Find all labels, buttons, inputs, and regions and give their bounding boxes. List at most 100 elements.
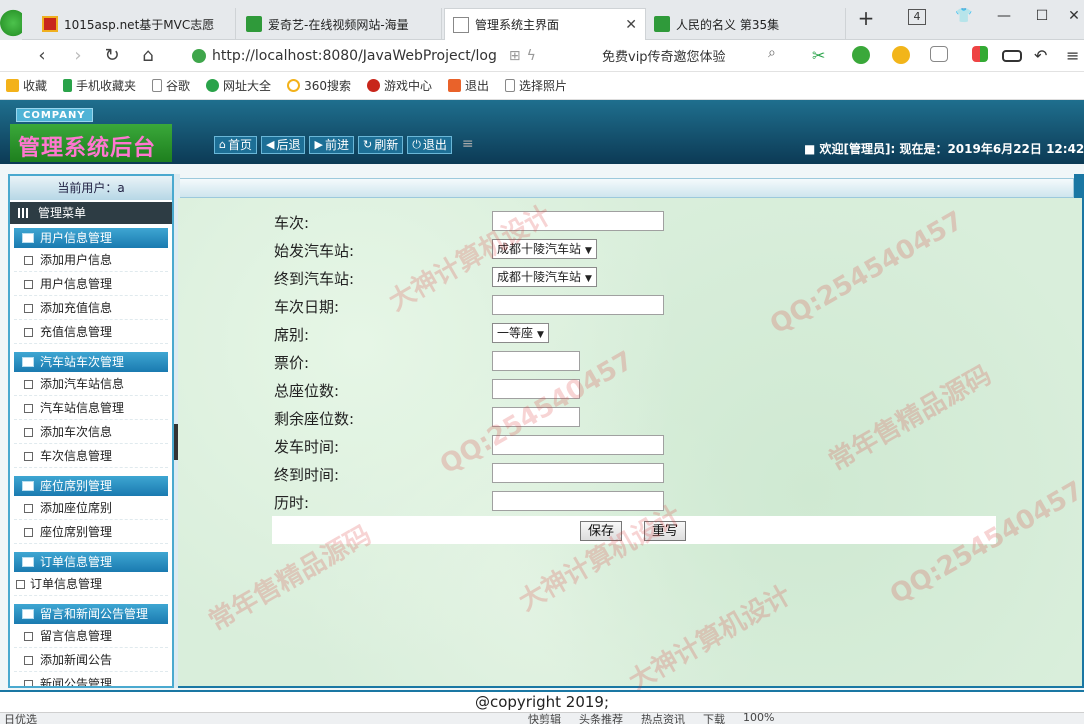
trip-no-label: 车次:: [274, 214, 310, 232]
duration-input[interactable]: [492, 491, 664, 511]
menu-item-message-manage[interactable]: 留言信息管理: [14, 624, 168, 648]
browser-tab-1[interactable]: 1015asp.net基于MVC志愿: [34, 8, 236, 40]
new-tab-button[interactable]: +: [852, 6, 880, 30]
forward-arrow-icon[interactable]: ›: [66, 44, 90, 68]
doc-icon: [24, 504, 33, 513]
battery-icon[interactable]: [1002, 50, 1022, 62]
menu-item-news-manage[interactable]: 新闻公告管理: [14, 672, 168, 686]
content-toolbar: [168, 178, 1074, 198]
menu-group-title[interactable]: 座位席别管理: [14, 476, 168, 496]
lightning-icon[interactable]: ϟ: [527, 48, 536, 64]
nav-forward-button[interactable]: ▶ 前进: [309, 136, 354, 154]
start-station-select[interactable]: 成都十陵汽车站 ▼: [492, 239, 597, 259]
grid-icon[interactable]: ⊞: [509, 48, 521, 64]
browser-logo-icon[interactable]: [0, 6, 22, 40]
save-button[interactable]: 保存: [580, 521, 623, 541]
menu-item-add-news[interactable]: 添加新闻公告: [14, 648, 168, 672]
menu-item-label: 添加新闻公告: [40, 653, 113, 667]
translate-icon[interactable]: [852, 46, 870, 64]
trip-no-input[interactable]: [492, 211, 664, 231]
app-header: COMPANY 管理系统后台 ⌂ 首页 ◀ 后退 ▶ 前进 ↻ 刷新 ⏻ 退出 ≡ ■ 欢…: [0, 100, 1084, 164]
menu-item-add-station[interactable]: 添加汽车站信息: [14, 372, 168, 396]
status-item-zoom[interactable]: 100%: [743, 713, 774, 724]
nav-back-button[interactable]: ◀ 后退: [261, 136, 306, 154]
bookmark-logout[interactable]: 退出: [447, 77, 489, 94]
bookmark-favorites[interactable]: 收藏: [6, 77, 47, 94]
close-window-icon[interactable]: ✕: [1060, 8, 1084, 24]
bookmark-360search[interactable]: 360搜索: [287, 77, 351, 94]
maximize-icon[interactable]: ☐: [1028, 8, 1056, 24]
status-item-headlines[interactable]: 头条推荐: [579, 713, 623, 724]
game-icon[interactable]: [930, 46, 948, 62]
bookmark-photos[interactable]: 选择照片: [505, 77, 567, 94]
promo-search-text[interactable]: 免费vip传奇邀您体验: [602, 46, 726, 65]
coin-icon[interactable]: [892, 46, 910, 64]
nav-logout-button[interactable]: ⏻ 退出: [407, 136, 452, 154]
price-input[interactable]: [492, 351, 580, 371]
menu-item-order-manage[interactable]: 订单信息管理: [14, 572, 168, 596]
status-item-clip[interactable]: 快剪辑: [528, 713, 561, 724]
menu-item-station-manage[interactable]: 汽车站信息管理: [14, 396, 168, 420]
bookmark-games[interactable]: 游戏中心: [366, 77, 432, 94]
menu-group-seats: 座位席别管理 添加座位席别 座位席别管理: [14, 476, 168, 544]
menu-item-user-manage[interactable]: 用户信息管理: [14, 272, 168, 296]
browser-tab-2[interactable]: 爱奇艺-在线视频网站-海量: [238, 8, 442, 40]
menu-item-add-recharge[interactable]: 添加充值信息: [14, 296, 168, 320]
status-item-news[interactable]: 热点资讯: [641, 713, 685, 724]
menu-item-label: 新闻公告管理: [40, 677, 113, 686]
bookmark-sites[interactable]: 网址大全: [206, 77, 271, 94]
menu-group-title[interactable]: 用户信息管理: [14, 228, 168, 248]
status-item-download[interactable]: 下载: [703, 713, 725, 724]
reload-icon[interactable]: ↻: [100, 44, 124, 68]
form-row-depart-time: 发车时间:: [274, 432, 974, 460]
remaining-seats-input[interactable]: [492, 407, 580, 427]
list-icon[interactable]: ≡: [462, 136, 474, 154]
menu-item-add-trip[interactable]: 添加车次信息: [14, 420, 168, 444]
home-icon[interactable]: ⌂: [136, 44, 160, 68]
undo-icon[interactable]: ↶: [1034, 46, 1056, 66]
bookmark-mobile[interactable]: 手机收藏夹: [63, 77, 136, 94]
folder-icon: [22, 357, 34, 367]
browser-tab-3-active[interactable]: 管理系统主界面 ✕: [444, 8, 646, 40]
apps-icon[interactable]: [972, 46, 988, 62]
folder-icon: [22, 557, 34, 567]
back-arrow-icon[interactable]: ‹: [30, 44, 54, 68]
close-tab-icon[interactable]: ✕: [625, 17, 637, 33]
menu-item-recharge-manage[interactable]: 充值信息管理: [14, 320, 168, 344]
seat-class-select[interactable]: 一等座 ▼: [492, 323, 549, 343]
menu-item-trip-manage[interactable]: 车次信息管理: [14, 444, 168, 468]
nav-home-button[interactable]: ⌂ 首页: [214, 136, 257, 154]
doc-icon: [24, 404, 33, 413]
end-station-label: 终到汽车站:: [274, 270, 355, 288]
browser-tab-4[interactable]: 人民的名义 第35集: [646, 8, 846, 40]
arrive-time-input[interactable]: [492, 463, 664, 483]
menu-item-seat-manage[interactable]: 座位席别管理: [14, 520, 168, 544]
minimize-icon[interactable]: —: [990, 8, 1018, 24]
menu-group-title[interactable]: 汽车站车次管理: [14, 352, 168, 372]
end-station-select[interactable]: 成都十陵汽车站 ▼: [492, 267, 597, 287]
bookmark-google[interactable]: 谷歌: [152, 77, 190, 94]
menu-icon[interactable]: ≡: [1066, 46, 1084, 66]
menu-item-label: 添加车次信息: [40, 425, 113, 439]
doc-icon: [24, 528, 33, 537]
scissors-icon[interactable]: ✂: [812, 46, 834, 66]
menu-item-add-user[interactable]: 添加用户信息: [14, 248, 168, 272]
arrow-left-icon: ◀: [266, 138, 275, 151]
company-badge: COMPANY: [16, 108, 93, 122]
trip-date-input[interactable]: [492, 295, 664, 315]
url-field[interactable]: http://localhost:8080/JavaWebProject/log…: [192, 44, 588, 68]
total-seats-input[interactable]: [492, 379, 580, 399]
menu-item-add-seat[interactable]: 添加座位席别: [14, 496, 168, 520]
menu-group-stations: 汽车站车次管理 添加汽车站信息 汽车站信息管理 添加车次信息 车次信息管理: [14, 352, 168, 468]
nav-label: 前进: [324, 138, 349, 152]
nav-refresh-button[interactable]: ↻ 刷新: [357, 136, 404, 154]
depart-time-input[interactable]: [492, 435, 664, 455]
menu-group-title[interactable]: 留言和新闻公告管理: [14, 604, 168, 624]
tab-count-badge[interactable]: 4: [908, 9, 926, 25]
menu-item-label: 车次信息管理: [40, 449, 113, 463]
shirt-icon[interactable]: 👕: [950, 8, 978, 24]
tab-favicon-icon: [453, 16, 469, 33]
search-icon[interactable]: ⌕: [768, 45, 776, 61]
reset-button[interactable]: 重写: [644, 521, 687, 541]
menu-group-title[interactable]: 订单信息管理: [14, 552, 168, 572]
